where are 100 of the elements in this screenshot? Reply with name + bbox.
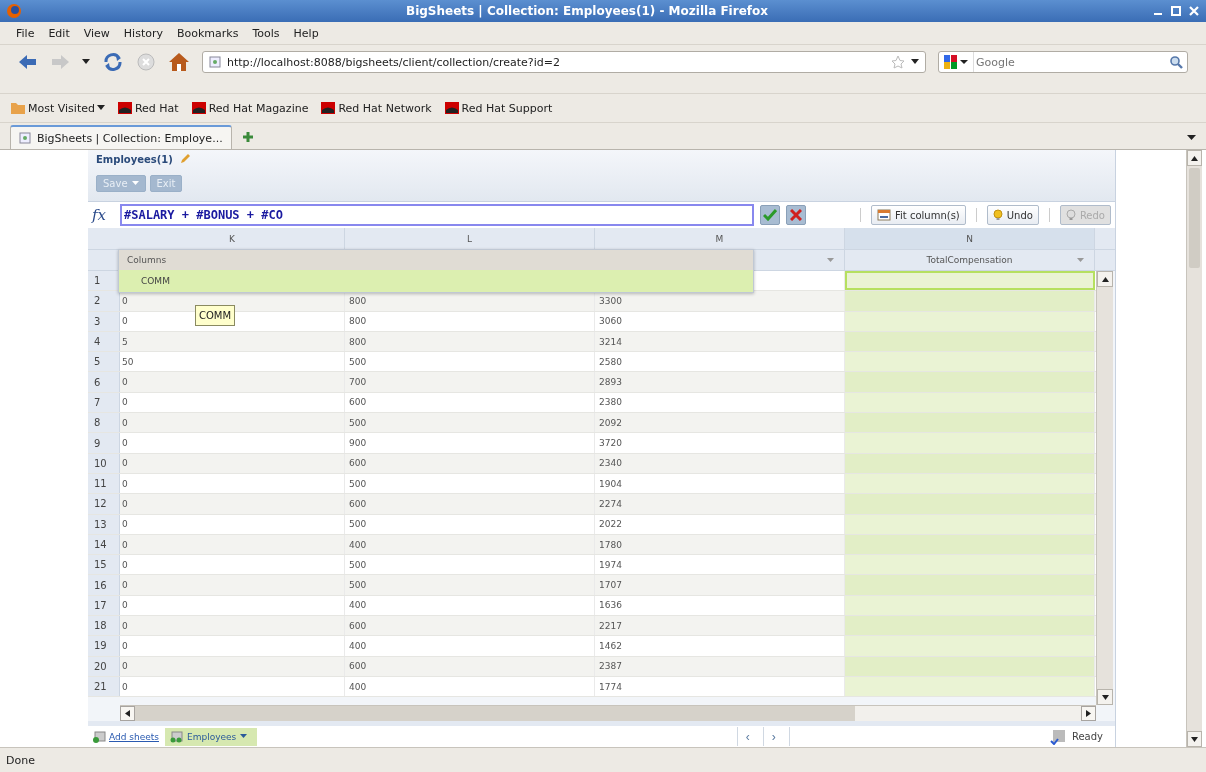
- plus-icon[interactable]: [241, 131, 254, 143]
- table-cell: 50: [120, 352, 345, 372]
- row-number: 8: [88, 413, 120, 433]
- table-cell: 500: [345, 514, 595, 534]
- dropdown-caret-icon[interactable]: [82, 59, 90, 65]
- table-cell: 600: [345, 656, 595, 676]
- menu-item[interactable]: History: [123, 26, 163, 40]
- table-cell: 0: [120, 575, 345, 595]
- row-number: 14: [88, 534, 120, 555]
- formula-field[interactable]: #SALARY + #BONUS + #CO: [120, 204, 754, 226]
- home-icon[interactable]: [168, 52, 190, 72]
- star-icon[interactable]: [891, 55, 905, 69]
- table-cell: 600: [345, 616, 595, 636]
- hat-icon: [320, 101, 337, 115]
- row-number: 21: [88, 676, 120, 697]
- table-cell: 400: [345, 676, 595, 697]
- search-icon[interactable]: [1169, 55, 1183, 69]
- arrow-right-icon[interactable]: [1086, 710, 1091, 717]
- scrollbar[interactable]: [1186, 150, 1202, 747]
- row-number: 13: [88, 514, 120, 534]
- browser-tab[interactable]: BigSheets | Collection: Employe...: [10, 125, 232, 149]
- menu-item[interactable]: View: [83, 26, 110, 40]
- back-arrow-icon[interactable]: [18, 54, 38, 70]
- scroll-thumb[interactable]: [1189, 168, 1200, 268]
- table-cell: 0: [120, 595, 345, 616]
- fit-columns-button[interactable]: Fit column(s): [871, 205, 966, 225]
- hat-icon: [443, 101, 460, 115]
- hat-icon: [116, 101, 133, 115]
- undo-button[interactable]: Undo: [986, 205, 1039, 225]
- table-cell: 500: [345, 352, 595, 372]
- reload-icon[interactable]: [102, 52, 124, 72]
- table-cell: 0: [120, 392, 345, 413]
- scrollbar[interactable]: [120, 705, 1096, 721]
- row-number: 19: [88, 636, 120, 656]
- row-number: 11: [88, 473, 120, 494]
- tooltip: COMM: [195, 305, 236, 326]
- add-sheets-link[interactable]: Add sheets: [92, 730, 159, 743]
- column-name: TotalCompensation: [926, 255, 1013, 265]
- row-number: 10: [88, 453, 120, 473]
- caret-icon: [131, 181, 139, 186]
- arrow-up-icon[interactable]: [1191, 155, 1198, 161]
- menu-item[interactable]: COMM: [119, 270, 753, 292]
- row-number: 12: [88, 494, 120, 514]
- cancel-button[interactable]: [786, 205, 806, 225]
- caret-icon[interactable]: [827, 258, 834, 263]
- row-number: 5: [88, 352, 120, 372]
- bookmark-link[interactable]: Red Hat Magazine: [190, 101, 309, 115]
- status-text: Ready: [1071, 731, 1104, 742]
- maximize-icon[interactable]: [1170, 5, 1182, 17]
- column-letter[interactable]: N: [845, 228, 1095, 249]
- caret-icon[interactable]: [1077, 258, 1084, 263]
- caret-icon: [240, 734, 248, 739]
- table-cell: 600: [345, 392, 595, 413]
- table-cell: 800: [345, 311, 595, 331]
- menu-item[interactable]: Help: [293, 26, 319, 40]
- table-cell: 0: [120, 473, 345, 494]
- menu-item[interactable]: Tools: [252, 26, 280, 40]
- dropdown-caret-icon[interactable]: [911, 59, 919, 65]
- bookmark-link[interactable]: Red Hat Network: [320, 101, 432, 115]
- page-icon: [209, 56, 221, 68]
- collection-title: Employees(1): [96, 153, 173, 165]
- row-number: 2: [88, 291, 120, 311]
- row-number: 6: [88, 372, 120, 392]
- page-icon: [19, 132, 31, 144]
- search-bar[interactable]: Google: [938, 51, 1188, 73]
- bookmark-link[interactable]: Most Visited: [10, 101, 105, 115]
- arrow-down-icon[interactable]: [1101, 694, 1109, 700]
- browser-logo-icon: [6, 3, 22, 19]
- row-number: 3: [88, 311, 120, 331]
- bookmark-link[interactable]: Red Hat Support: [443, 101, 553, 115]
- dropdown-caret-icon[interactable]: [1187, 135, 1196, 141]
- arrow-down-icon[interactable]: [1191, 736, 1198, 742]
- sheet-tab[interactable]: Employees: [165, 727, 258, 746]
- menu-item[interactable]: File: [16, 26, 35, 40]
- table-cell: 500: [345, 473, 595, 494]
- dropdown-caret-icon: [96, 105, 105, 111]
- search-engine-icon[interactable]: [943, 54, 969, 70]
- arrow-up-icon[interactable]: [1101, 276, 1109, 282]
- scrollbar[interactable]: [1096, 271, 1113, 705]
- arrow-left-icon[interactable]: [125, 710, 130, 717]
- table-cell: 0: [120, 555, 345, 575]
- table-cell: 0: [120, 534, 345, 555]
- bulb-icon: [992, 209, 1003, 221]
- table-cell: 0: [120, 372, 345, 392]
- table-cell: 600: [345, 494, 595, 514]
- table-cell: 400: [345, 534, 595, 555]
- table-cell: 700: [345, 372, 595, 392]
- sheet-add-icon: [92, 730, 106, 743]
- folder-icon: [10, 101, 26, 115]
- table-cell: 400: [345, 636, 595, 656]
- table-cell: 0: [120, 413, 345, 433]
- column-header[interactable]: TotalCompensation: [845, 250, 1095, 270]
- bookmark-link[interactable]: Red Hat: [116, 101, 179, 115]
- table-cell: 500: [345, 575, 595, 595]
- menu-heading: Columns: [119, 250, 753, 270]
- menu-item[interactable]: Bookmarks: [177, 26, 239, 40]
- close-icon[interactable]: [1188, 5, 1200, 17]
- menu-item[interactable]: Edit: [48, 26, 70, 40]
- row-number: 20: [88, 656, 120, 676]
- address-field[interactable]: http://localhost:8088/bigsheets/client/collection/create?id=2: [202, 51, 926, 73]
